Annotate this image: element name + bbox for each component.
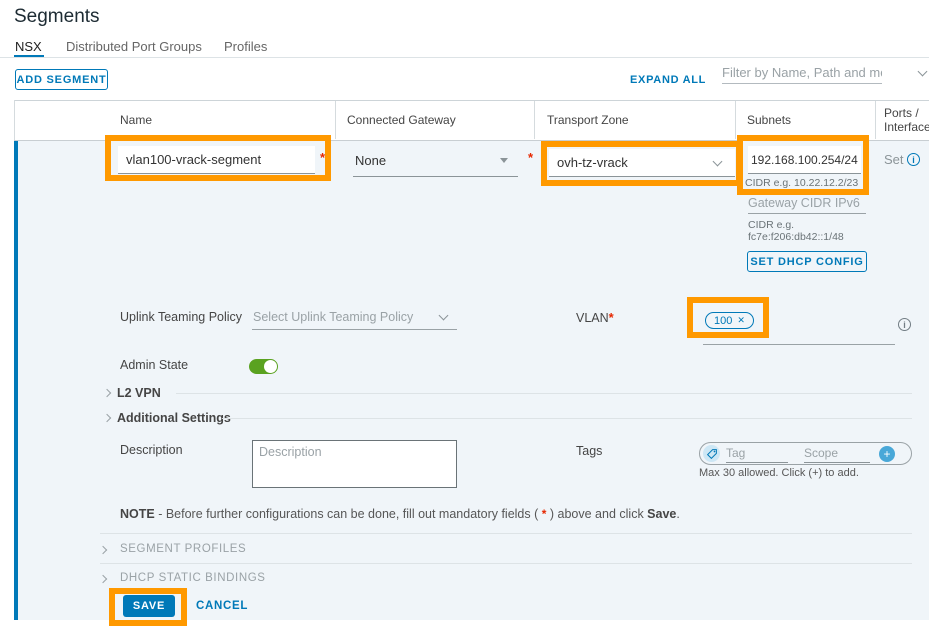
note-after: ) above and click [546,507,647,521]
col-divider-1 [335,101,336,139]
scope-input[interactable] [804,445,870,463]
additional-settings-section[interactable]: Additional Settings [117,411,231,425]
ports-set-label[interactable]: Set [884,152,904,167]
note-save-word: Save [647,507,676,521]
col-divider-2 [534,101,535,139]
col-divider-3 [735,101,736,139]
tab-profiles[interactable]: Profiles [224,39,267,54]
vlan-label: VLAN* [576,310,614,325]
uplink-teaming-policy-label: Uplink Teaming Policy [120,310,242,324]
vlan-info-icon[interactable]: i [898,318,911,331]
connected-gateway-required-marker: * [528,150,533,165]
tags-input-group: + [699,442,912,465]
uplink-underline [252,329,457,330]
note-prefix: NOTE [120,507,155,521]
note-before: - Before further configurations can be d… [155,507,542,521]
filter-icon[interactable] [918,67,928,77]
tab-distributed-port-groups[interactable]: Distributed Port Groups [66,39,202,54]
vlan-required-marker: * [609,310,614,325]
page-title: Segments [14,6,100,28]
vlan-chip-remove-icon[interactable]: ✕ [737,315,745,326]
transport-zone-chevron-icon [713,157,723,167]
add-tag-button[interactable]: + [879,446,895,462]
transport-zone-value: ovh-tz-vrack [557,155,628,170]
segment-name-input[interactable] [118,146,315,174]
col-divider-4 [875,101,876,139]
ports-info-icon[interactable]: i [907,153,920,166]
table-top-border [14,100,929,101]
set-dhcp-config-button[interactable]: SET DHCP CONFIG [747,251,867,272]
column-header-transport-zone: Transport Zone [547,113,629,127]
uplink-teaming-policy-select[interactable]: Select Uplink Teaming Policy [253,310,413,324]
description-textarea[interactable] [252,440,457,488]
toggle-knob [264,360,277,373]
dhcp-static-bindings-section[interactable]: DHCP STATIC BINDINGS [120,572,266,584]
segments-page: Segments NSX Distributed Port Groups Pro… [0,0,929,626]
column-header-connected-gateway: Connected Gateway [347,113,456,127]
vlan-chip[interactable]: 100 ✕ [705,312,754,329]
note-period: . [676,507,679,521]
additional-settings-line [222,418,912,419]
admin-state-toggle[interactable] [249,359,278,374]
filter-input[interactable] [722,62,882,84]
l2vpn-line [176,393,912,394]
subnets-input[interactable] [748,146,861,174]
transport-zone-select[interactable]: ovh-tz-vrack [549,149,735,177]
expanded-row-indicator-bar [14,141,18,620]
connected-gateway-underline [353,176,518,177]
column-header-ports-interface: Ports / Interface [884,106,929,134]
name-required-marker: * [320,150,325,165]
ipv6-cidr-hint-line2: fc7e:f206:db42::1/48 [748,231,844,244]
admin-state-label: Admin State [120,358,188,372]
table-left-border [14,100,15,140]
tags-hint: Max 30 allowed. Click (+) to add. [699,467,859,479]
tabs-divider [0,57,929,58]
connected-gateway-select[interactable]: None [355,153,386,168]
l2vpn-section[interactable]: L2 VPN [117,386,161,400]
add-segment-button[interactable]: ADD SEGMENT [15,69,108,90]
gateway-cidr-ipv6-input[interactable] [748,192,866,214]
cancel-button[interactable]: CANCEL [196,600,248,612]
segment-profiles-section[interactable]: SEGMENT PROFILES [120,543,246,555]
vlan-underline [703,344,895,345]
note-divider [100,533,912,534]
vlan-chip-value: 100 [714,315,732,327]
tab-nsx[interactable]: NSX [15,39,42,54]
expand-all-link[interactable]: EXPAND ALL [630,74,706,86]
column-header-subnets: Subnets [747,113,791,127]
tag-icon [703,445,720,462]
save-button[interactable]: SAVE [123,595,175,617]
connected-gateway-caret-icon[interactable] [500,158,508,163]
vlan-label-text: VLAN [576,311,609,325]
tags-label: Tags [576,444,602,458]
tag-input[interactable] [726,445,788,463]
segment-profiles-divider [100,563,912,564]
subnets-cidr-hint: CIDR e.g. 10.22.12.2/23 [745,177,858,190]
note-text: NOTE - Before further configurations can… [120,507,880,521]
description-label: Description [120,443,183,457]
column-header-name: Name [120,113,152,127]
